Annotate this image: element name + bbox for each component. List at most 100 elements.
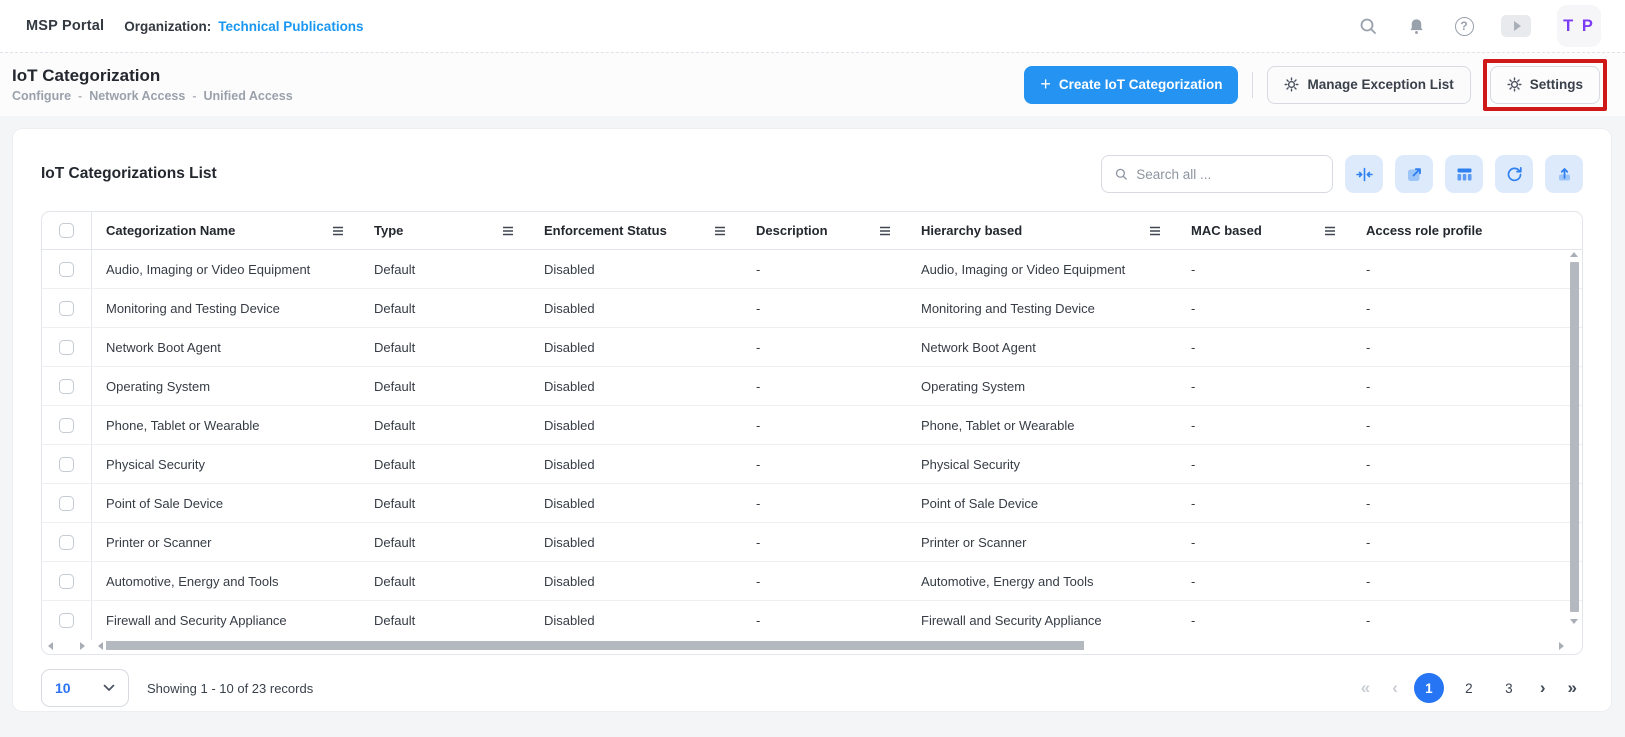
column-menu-icon[interactable]	[332, 226, 344, 236]
table-row: Network Boot Agent Default Disabled - Ne…	[42, 328, 1582, 367]
last-page-button[interactable]: »	[1562, 678, 1583, 698]
breadcrumb-separator: -	[78, 89, 82, 103]
page-title: IoT Categorization	[12, 66, 293, 86]
scroll-left-icon[interactable]	[98, 642, 103, 650]
cell-type: Default	[360, 301, 530, 316]
row-checkbox[interactable]	[59, 262, 74, 277]
cell-description: -	[742, 262, 907, 277]
create-button-label: Create IoT Categorization	[1059, 77, 1223, 92]
column-header-description: Description	[742, 223, 907, 238]
breadcrumb-item[interactable]: Unified Access	[204, 89, 293, 103]
cell-categorization-name: Automotive, Energy and Tools	[92, 574, 360, 589]
table-row: Phone, Tablet or Wearable Default Disabl…	[42, 406, 1582, 445]
export-button[interactable]	[1395, 155, 1433, 193]
row-checkbox[interactable]	[59, 301, 74, 316]
scroll-up-icon[interactable]	[1570, 252, 1578, 257]
records-summary: Showing 1 - 10 of 23 records	[147, 681, 313, 696]
gear-icon	[1284, 77, 1299, 92]
table-header-row: Categorization Name Type Enforcement Sta…	[42, 212, 1582, 250]
upload-icon	[1555, 165, 1574, 184]
page-number-button[interactable]: 3	[1494, 673, 1524, 703]
chevron-down-icon	[103, 684, 115, 692]
search-input[interactable]	[1136, 167, 1320, 182]
manage-exception-list-button[interactable]: Manage Exception List	[1267, 66, 1470, 104]
horizontal-scrollbar[interactable]	[42, 641, 1582, 651]
breadcrumb-item[interactable]: Configure	[12, 89, 71, 103]
cell-enforcement-status: Disabled	[530, 301, 742, 316]
external-link-icon	[1405, 165, 1424, 184]
cell-access-role-profile: -	[1352, 418, 1582, 433]
create-iot-categorization-button[interactable]: + Create IoT Categorization	[1024, 66, 1238, 104]
upload-button[interactable]	[1545, 155, 1583, 193]
organization-label: Organization:	[124, 19, 211, 34]
column-menu-icon[interactable]	[714, 226, 726, 236]
row-checkbox[interactable]	[59, 418, 74, 433]
settings-label: Settings	[1530, 77, 1583, 92]
cell-description: -	[742, 457, 907, 472]
scroll-down-icon[interactable]	[1570, 619, 1578, 624]
cell-access-role-profile: -	[1352, 340, 1582, 355]
video-tutorial-icon[interactable]	[1501, 15, 1531, 37]
column-header-enforcement-status: Enforcement Status	[530, 223, 742, 238]
row-checkbox[interactable]	[59, 340, 74, 355]
cell-type: Default	[360, 379, 530, 394]
organization-link[interactable]: Technical Publications	[218, 19, 363, 34]
manage-exception-label: Manage Exception List	[1307, 77, 1453, 92]
search-icon	[1114, 166, 1128, 182]
cell-access-role-profile: -	[1352, 613, 1582, 628]
refresh-button[interactable]	[1495, 155, 1533, 193]
avatar[interactable]: T P	[1557, 5, 1601, 47]
cell-type: Default	[360, 457, 530, 472]
cell-hierarchy-based: Monitoring and Testing Device	[907, 301, 1177, 316]
cell-access-role-profile: -	[1352, 535, 1582, 550]
page-number-button[interactable]: 2	[1454, 673, 1484, 703]
page-number-button[interactable]: 1	[1414, 673, 1444, 703]
vertical-scrollbar-thumb[interactable]	[1570, 262, 1579, 612]
refresh-icon	[1505, 165, 1524, 184]
row-checkbox[interactable]	[59, 535, 74, 550]
cell-description: -	[742, 418, 907, 433]
page-size-select[interactable]: 10	[41, 669, 129, 707]
vertical-scrollbar[interactable]	[1569, 252, 1580, 640]
column-header-mac-based: MAC based	[1177, 223, 1352, 238]
cell-access-role-profile: -	[1352, 496, 1582, 511]
cell-hierarchy-based: Operating System	[907, 379, 1177, 394]
row-checkbox[interactable]	[59, 574, 74, 589]
column-menu-icon[interactable]	[502, 226, 514, 236]
help-icon[interactable]: ?	[1453, 15, 1475, 37]
column-menu-icon[interactable]	[1149, 226, 1161, 236]
notifications-bell-icon[interactable]	[1405, 15, 1427, 37]
search-icon[interactable]	[1357, 15, 1379, 37]
cell-categorization-name: Audio, Imaging or Video Equipment	[92, 262, 360, 277]
select-all-checkbox[interactable]	[59, 223, 74, 238]
frozen-scroll-right-icon[interactable]	[80, 642, 85, 650]
top-bar: MSP Portal Organization: Technical Publi…	[0, 0, 1625, 52]
settings-button[interactable]: Settings	[1490, 66, 1600, 104]
scroll-right-icon[interactable]	[1559, 642, 1564, 650]
row-checkbox[interactable]	[59, 457, 74, 472]
cell-enforcement-status: Disabled	[530, 535, 742, 550]
column-settings-button[interactable]	[1445, 155, 1483, 193]
collapse-columns-button[interactable]	[1345, 155, 1383, 193]
cell-access-role-profile: -	[1352, 262, 1582, 277]
breadcrumb-item[interactable]: Network Access	[89, 89, 185, 103]
search-box	[1101, 155, 1333, 193]
first-page-button[interactable]: «	[1355, 678, 1376, 698]
horizontal-scrollbar-thumb[interactable]	[106, 641, 1084, 650]
row-checkbox[interactable]	[59, 496, 74, 511]
column-menu-icon[interactable]	[1324, 226, 1336, 236]
column-menu-icon[interactable]	[879, 226, 891, 236]
row-checkbox[interactable]	[59, 613, 74, 628]
collapse-icon	[1355, 165, 1374, 184]
row-checkbox-cell	[42, 445, 92, 483]
cell-hierarchy-based: Automotive, Energy and Tools	[907, 574, 1177, 589]
table-body: Audio, Imaging or Video Equipment Defaul…	[42, 250, 1582, 640]
next-page-button[interactable]: ›	[1534, 678, 1552, 698]
cell-categorization-name: Operating System	[92, 379, 360, 394]
row-checkbox[interactable]	[59, 379, 74, 394]
frozen-scroll-left-icon[interactable]	[48, 642, 53, 650]
cell-type: Default	[360, 418, 530, 433]
cell-categorization-name: Point of Sale Device	[92, 496, 360, 511]
previous-page-button[interactable]: ‹	[1386, 678, 1404, 698]
table-row: Audio, Imaging or Video Equipment Defaul…	[42, 250, 1582, 289]
